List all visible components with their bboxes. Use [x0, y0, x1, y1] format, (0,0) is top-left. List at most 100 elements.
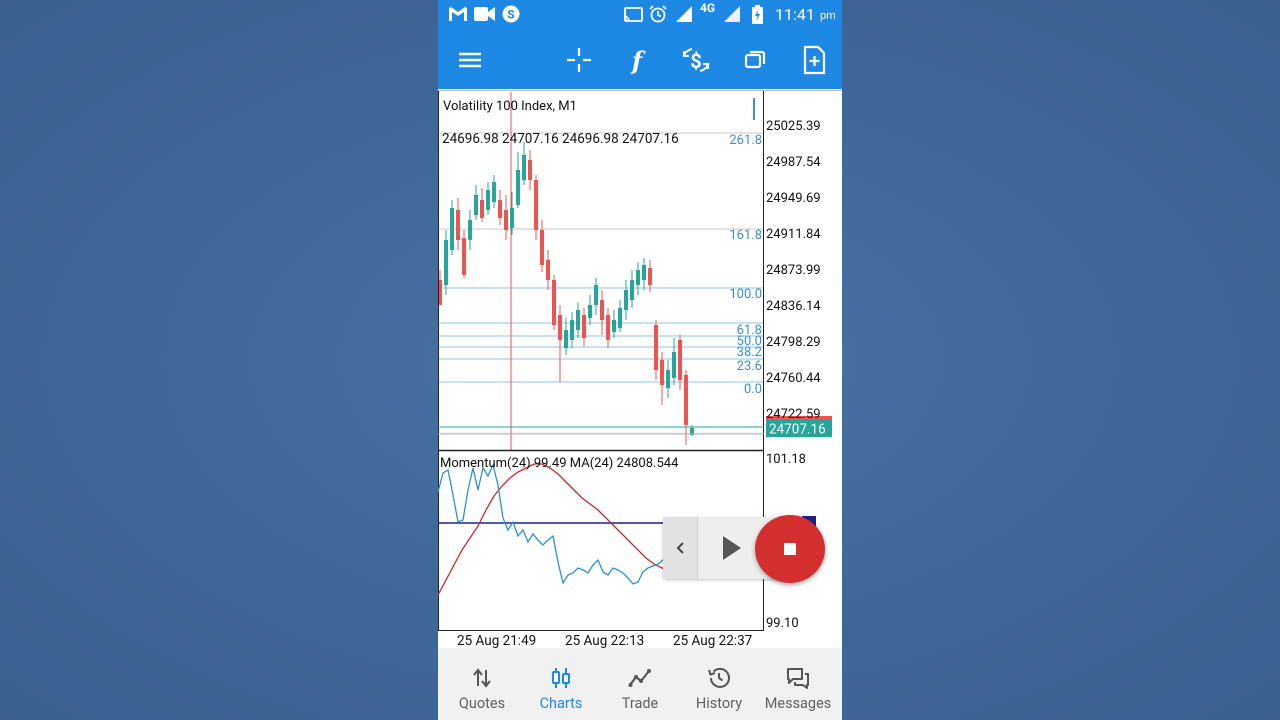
stop-icon	[784, 543, 796, 555]
indicator-title: Momentum(24) 99.49 MA(24) 24808.544	[440, 456, 679, 471]
network-type: 4G	[700, 1, 716, 15]
signal-icon-1	[676, 6, 692, 22]
symbol-title: Volatility 100 Index, M1	[443, 99, 577, 114]
candle-body	[600, 300, 604, 320]
signal-icon-2	[724, 6, 740, 22]
fib-level-label: 38.2	[737, 345, 762, 360]
crosshair-icon[interactable]	[561, 42, 597, 78]
candle-body	[552, 280, 556, 325]
candle-body	[522, 155, 526, 180]
fib-level-label: 0.0	[744, 382, 762, 397]
video-camera-icon	[474, 7, 495, 21]
nav-trade-label: Trade	[621, 695, 659, 712]
nav-charts-label: Charts	[539, 695, 583, 712]
nav-messages-label: Messages	[764, 695, 832, 712]
fib-level-label: 261.8	[729, 133, 762, 148]
status-bar: S 4G 11:41 pm	[438, 0, 842, 30]
menu-icon[interactable]	[452, 42, 488, 78]
price-axis-label: 24911.84	[766, 227, 821, 242]
chevron-left-icon	[676, 542, 684, 554]
new-order-dollar-icon[interactable]: $	[678, 42, 714, 78]
time-axis-label: 25 Aug 21:49	[457, 633, 536, 648]
history-clock-icon	[708, 667, 730, 688]
candle-body	[504, 210, 508, 230]
gmail-icon	[449, 7, 467, 21]
time-axis-label: 25 Aug 22:13	[565, 633, 644, 648]
candle-body	[492, 182, 496, 202]
candle-body	[546, 260, 550, 280]
fib-level-label: 161.8	[729, 228, 762, 243]
price-axis-label: 24987.54	[766, 155, 821, 170]
candle-body	[516, 170, 520, 205]
candle-body	[588, 305, 592, 318]
price-axis-label: 24949.69	[766, 191, 821, 206]
nav-trade[interactable]: Trade	[600, 648, 680, 720]
candle-body	[666, 370, 670, 388]
candle-body	[462, 238, 466, 275]
clock-time: 11:41	[775, 5, 815, 24]
alarm-icon	[649, 5, 667, 23]
nav-quotes[interactable]: Quotes	[442, 648, 522, 720]
clock-ampm: pm	[820, 9, 836, 22]
candle-body	[576, 310, 580, 330]
candle-body	[582, 315, 586, 338]
candle-body	[480, 200, 484, 218]
candle-body	[498, 200, 502, 218]
candle-body	[486, 190, 490, 210]
candle-body	[624, 290, 628, 310]
candle-body	[564, 330, 568, 348]
price-axis-label: 24760.44	[766, 371, 821, 386]
momentum-line	[438, 463, 694, 585]
indicator-scale-bottom: 99.10	[766, 616, 799, 631]
time-axis-label: 25 Aug 22:37	[673, 633, 752, 648]
candle-body	[594, 285, 598, 305]
candle-body	[678, 340, 682, 380]
candle-body	[660, 360, 664, 385]
svg-text:$: $	[690, 49, 701, 73]
candle-body	[558, 315, 562, 340]
candle-body	[672, 352, 676, 378]
svg-text:S: S	[507, 8, 514, 22]
play-icon[interactable]	[711, 531, 751, 565]
screen-recorder-overlay	[663, 515, 825, 583]
bottom-navigation: Quotes Charts Trade History Messages	[438, 648, 842, 720]
quotes-arrows-icon	[473, 668, 491, 688]
candle-body	[474, 195, 478, 215]
indicator-scale-top: 101.18	[766, 452, 806, 467]
nav-history[interactable]: History	[679, 648, 759, 720]
candle-body	[636, 270, 640, 285]
price-axis-label: 24836.14	[766, 299, 821, 314]
chat-bubbles-icon	[787, 668, 809, 689]
candle-body	[528, 160, 532, 180]
skype-icon: S	[502, 5, 520, 23]
fib-level-label: 100.0	[729, 287, 762, 302]
candle-body	[618, 308, 622, 328]
fib-level-label: 23.6	[737, 359, 762, 374]
nav-quotes-label: Quotes	[458, 695, 506, 712]
candle-body	[444, 240, 448, 285]
templates-add-icon[interactable]	[796, 42, 832, 78]
candle-body	[612, 320, 616, 332]
trend-line-icon	[628, 669, 651, 687]
candle-body	[648, 268, 652, 285]
candle-body	[510, 208, 514, 228]
indicators-f-icon[interactable]: f	[619, 42, 655, 78]
candle-body	[606, 315, 610, 340]
battery-icon	[752, 5, 763, 24]
candle-body	[450, 208, 454, 250]
timeframe-windows-icon[interactable]	[737, 42, 773, 78]
nav-charts[interactable]: Charts	[521, 648, 601, 720]
candle-body	[456, 210, 460, 240]
price-axis-label: 24798.29	[766, 335, 821, 350]
recorder-collapse-button[interactable]	[663, 517, 698, 579]
nav-messages[interactable]: Messages	[758, 648, 838, 720]
cast-icon	[624, 7, 643, 22]
price-axis-label: 24722.59	[766, 407, 821, 422]
candle-body	[684, 375, 688, 425]
stop-recording-button[interactable]	[755, 515, 825, 583]
candlestick-icon	[552, 668, 570, 688]
candle-body	[630, 280, 634, 300]
phone-screen: S 4G 11:41 pm f $ 24707.16 25025.39 2498…	[438, 0, 842, 720]
candle-body	[534, 180, 538, 230]
candle-body	[468, 220, 472, 240]
